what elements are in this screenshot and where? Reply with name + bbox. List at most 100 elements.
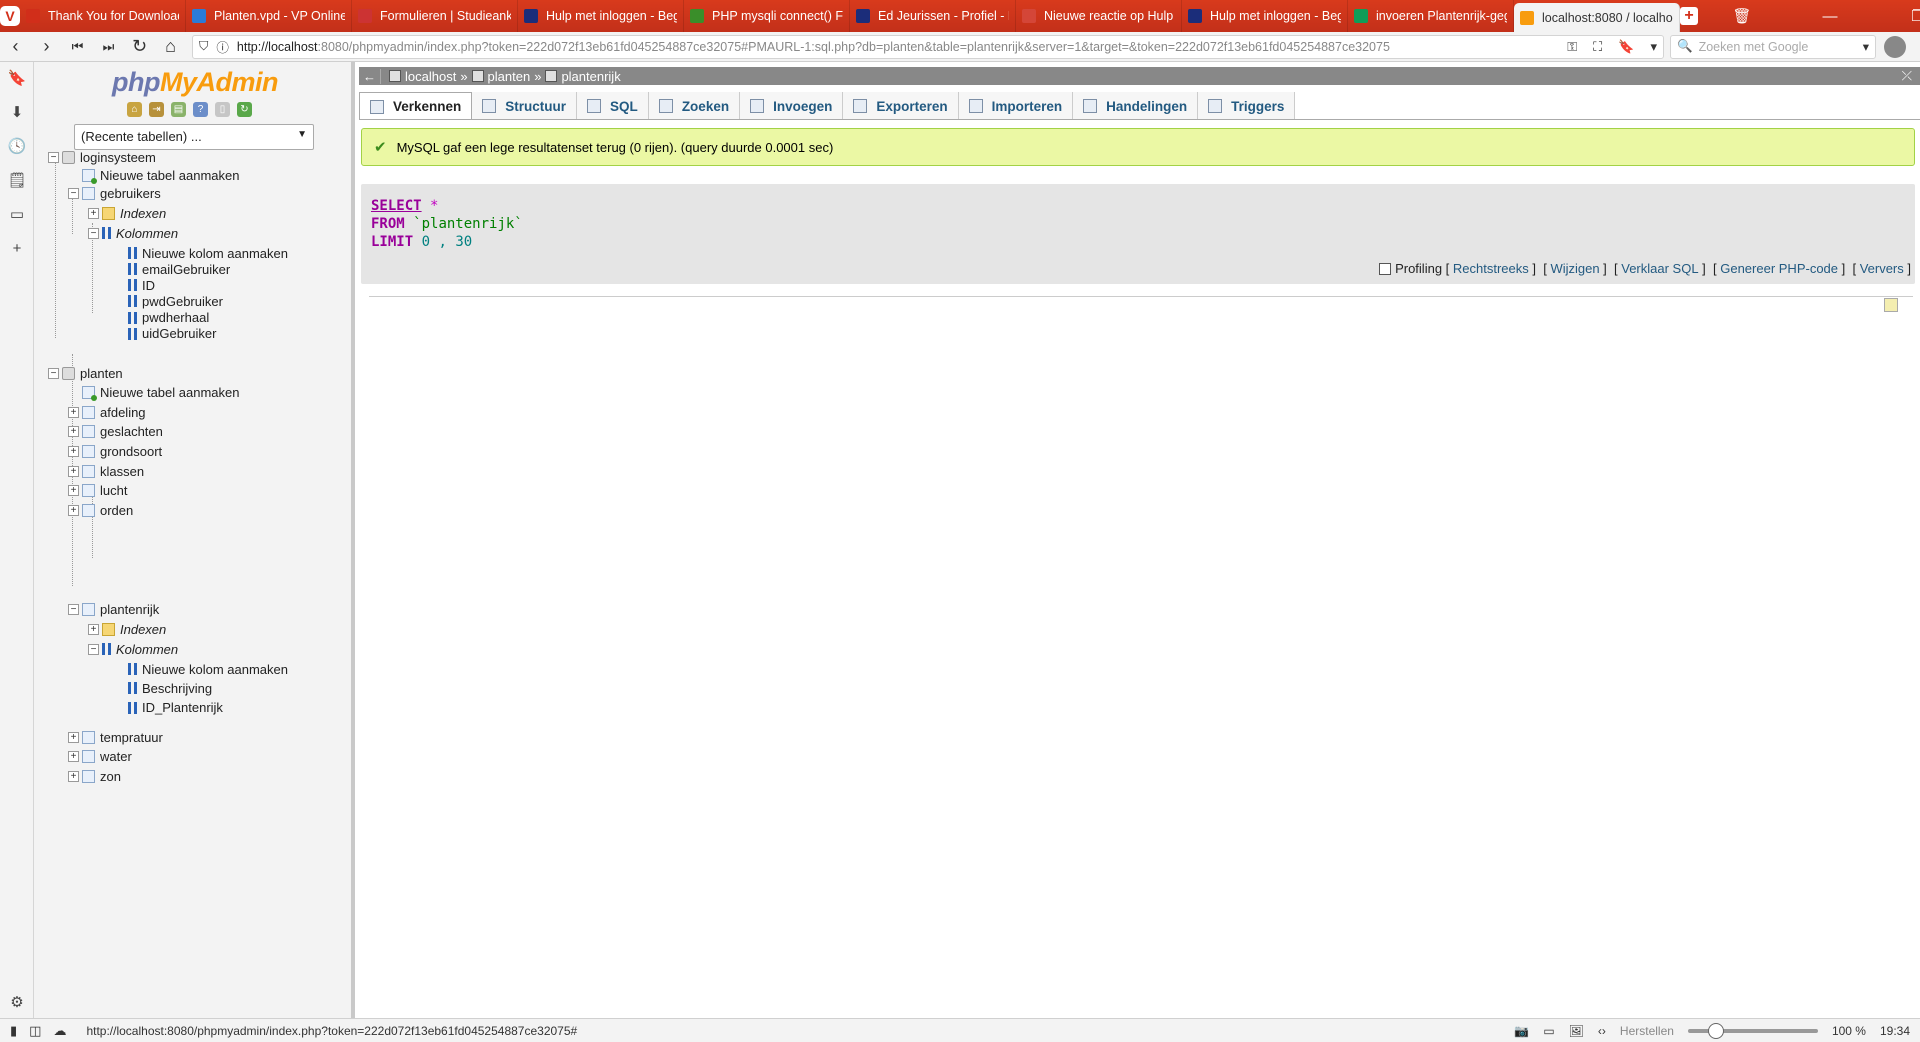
- image-icon[interactable]: 🖼: [1569, 1024, 1584, 1038]
- tree-table[interactable]: + orden: [68, 502, 133, 520]
- profiling-checkbox[interactable]: [1379, 262, 1392, 275]
- panel-toggle-icon[interactable]: ▮: [10, 1023, 17, 1039]
- key-icon[interactable]: ⚿: [1567, 39, 1577, 55]
- window-icon[interactable]: ▭: [1543, 1024, 1554, 1038]
- breadcrumb-table[interactable]: plantenrijk: [545, 69, 621, 84]
- expand-toggle-icon[interactable]: +: [68, 505, 79, 516]
- tree-columns-plantenrijk[interactable]: − Kolommen: [88, 640, 178, 658]
- cloud-sync-icon[interactable]: ☁: [53, 1023, 66, 1039]
- browser-tab[interactable]: Formulieren | Studieanke: [352, 0, 518, 32]
- tree-table[interactable]: + zon: [68, 767, 121, 785]
- documentation-icon[interactable]: ?: [193, 102, 208, 117]
- browser-tab[interactable]: Ed Jeurissen - Profiel - P: [850, 0, 1016, 32]
- tree-table[interactable]: + afdeling: [68, 403, 146, 421]
- tree-table[interactable]: + tempratuur: [68, 728, 163, 746]
- query-window-icon[interactable]: ▤: [171, 102, 186, 117]
- tiling-icon[interactable]: ◫: [29, 1023, 41, 1039]
- vivaldi-menu-button[interactable]: V: [0, 0, 20, 32]
- shield-icon[interactable]: ⛉: [199, 39, 208, 54]
- reload-nav-icon[interactable]: ↻: [237, 102, 252, 117]
- tree-column[interactable]: ID_Plantenrijk: [128, 699, 223, 717]
- search-engine-chevron-icon[interactable]: ▾: [1863, 39, 1869, 54]
- tree-columns-gebruikers[interactable]: − Kolommen: [88, 224, 178, 242]
- back-button[interactable]: ‹: [0, 36, 31, 57]
- reload-button[interactable]: ↻: [124, 36, 155, 57]
- browser-tab[interactable]: Hulp met inloggen - Beg: [518, 0, 684, 32]
- reset-zoom-button[interactable]: Herstellen: [1620, 1024, 1674, 1038]
- collapse-toggle-icon[interactable]: −: [48, 151, 59, 163]
- browser-tab[interactable]: Thank You for Download: [20, 0, 186, 32]
- tree-table[interactable]: + lucht: [68, 482, 127, 500]
- home-button[interactable]: ⌂: [155, 36, 186, 57]
- expand-toggle-icon[interactable]: +: [88, 623, 99, 635]
- tree-table-gebruikers[interactable]: − gebruikers: [68, 184, 161, 202]
- collapse-toggle-icon[interactable]: −: [88, 227, 99, 239]
- expand-toggle-icon[interactable]: +: [68, 406, 79, 418]
- refresh-link[interactable]: Ververs: [1860, 261, 1904, 276]
- history-panel-icon[interactable]: 🕓: [0, 130, 34, 164]
- edit-query-link[interactable]: Wijzigen: [1550, 261, 1599, 276]
- tree-table[interactable]: + grondsoort: [68, 442, 162, 460]
- home-icon[interactable]: ⌂: [127, 102, 142, 117]
- rewind-button[interactable]: ⏮: [62, 39, 93, 55]
- tree-column[interactable]: uidGebruiker: [128, 325, 216, 343]
- breadcrumb-database[interactable]: planten: [471, 69, 530, 84]
- downloads-panel-icon[interactable]: ⬇: [0, 96, 34, 130]
- zoom-slider-knob[interactable]: [1707, 1022, 1724, 1039]
- collapse-toggle-icon[interactable]: −: [68, 187, 79, 199]
- new-tab-button[interactable]: +: [1680, 0, 1698, 32]
- collapse-nav-arrow-icon[interactable]: ←: [359, 68, 381, 84]
- sql-keyword-select[interactable]: SELECT: [371, 198, 422, 214]
- recent-tables-select[interactable]: (Recente tabellen) ... ▼: [74, 124, 314, 150]
- tree-table[interactable]: + klassen: [68, 462, 144, 480]
- settings-gear-icon[interactable]: ⚙: [0, 986, 34, 1020]
- search-field[interactable]: 🔍 Zoeken met Google ▾: [1670, 34, 1876, 59]
- browser-tab[interactable]: Hulp met inloggen - Beg: [1182, 0, 1348, 32]
- expand-toggle-icon[interactable]: +: [68, 751, 79, 763]
- breadcrumb-server[interactable]: localhost: [389, 69, 456, 84]
- expand-toggle-icon[interactable]: +: [68, 731, 79, 743]
- minimize-button[interactable]: —: [1786, 0, 1874, 32]
- expand-toggle-icon[interactable]: +: [68, 445, 79, 457]
- tree-new-table-loginsysteem[interactable]: Nieuwe tabel aanmaken: [82, 166, 239, 184]
- url-field[interactable]: ⛉ ⓘ http://localhost :8080/phpmyadmin/in…: [192, 34, 1664, 59]
- browser-tab[interactable]: PHP mysqli connect() Fu: [684, 0, 850, 32]
- tab-triggers[interactable]: Triggers: [1198, 92, 1296, 120]
- maximize-button[interactable]: ❐: [1874, 0, 1920, 32]
- console-icon[interactable]: [1884, 298, 1898, 312]
- tree-db-loginsysteem[interactable]: − loginsysteem: [48, 148, 156, 166]
- trash-icon[interactable]: 🗑: [1698, 0, 1786, 32]
- collapse-toggle-icon[interactable]: −: [88, 643, 99, 655]
- tab-handelingen[interactable]: Handelingen: [1073, 92, 1199, 120]
- notes-panel-icon[interactable]: 🗒: [0, 164, 34, 198]
- tab-exporteren[interactable]: Exporteren: [843, 92, 959, 120]
- bookmark-icon[interactable]: 🔖: [1618, 39, 1634, 55]
- code-icon[interactable]: ‹›: [1598, 1024, 1606, 1038]
- expand-toggle-icon[interactable]: +: [68, 485, 79, 497]
- collapse-toggle-icon[interactable]: −: [48, 367, 59, 379]
- tab-structuur[interactable]: Structuur: [472, 92, 578, 120]
- tree-new-table-planten[interactable]: Nieuwe tabel aanmaken: [82, 383, 239, 401]
- generate-php-link[interactable]: Genereer PHP-code: [1720, 261, 1838, 276]
- chevron-down-icon[interactable]: ▾: [1650, 39, 1657, 55]
- fast-forward-button[interactable]: ⏭: [93, 39, 124, 55]
- zoom-slider[interactable]: [1687, 1022, 1818, 1039]
- tab-invoegen[interactable]: Invoegen: [740, 92, 844, 120]
- forward-button[interactable]: ›: [31, 36, 62, 57]
- tree-table-plantenrijk[interactable]: − plantenrijk: [68, 600, 159, 618]
- tree-new-column-plantenrijk[interactable]: Nieuwe kolom aanmaken: [128, 660, 288, 678]
- tree-db-planten[interactable]: − planten: [48, 364, 123, 382]
- browser-tab[interactable]: Planten.vpd - VP Online: [186, 0, 352, 32]
- collapse-toggle-icon[interactable]: −: [68, 603, 79, 615]
- camera-icon[interactable]: 📷: [1514, 1024, 1529, 1038]
- expand-toggle-icon[interactable]: +: [68, 770, 79, 782]
- explain-sql-link[interactable]: Verklaar SQL: [1621, 261, 1698, 276]
- tab-sql[interactable]: SQL: [577, 92, 649, 120]
- tab-importeren[interactable]: Importeren: [958, 92, 1074, 120]
- collapse-icon[interactable]: ⤫: [1902, 68, 1920, 84]
- tree-table[interactable]: + geslachten: [68, 423, 163, 441]
- add-panel-icon[interactable]: +: [0, 232, 34, 266]
- tree-column[interactable]: Beschrijving: [128, 679, 212, 697]
- expand-toggle-icon[interactable]: +: [68, 465, 79, 477]
- info-icon[interactable]: ⓘ: [216, 37, 229, 56]
